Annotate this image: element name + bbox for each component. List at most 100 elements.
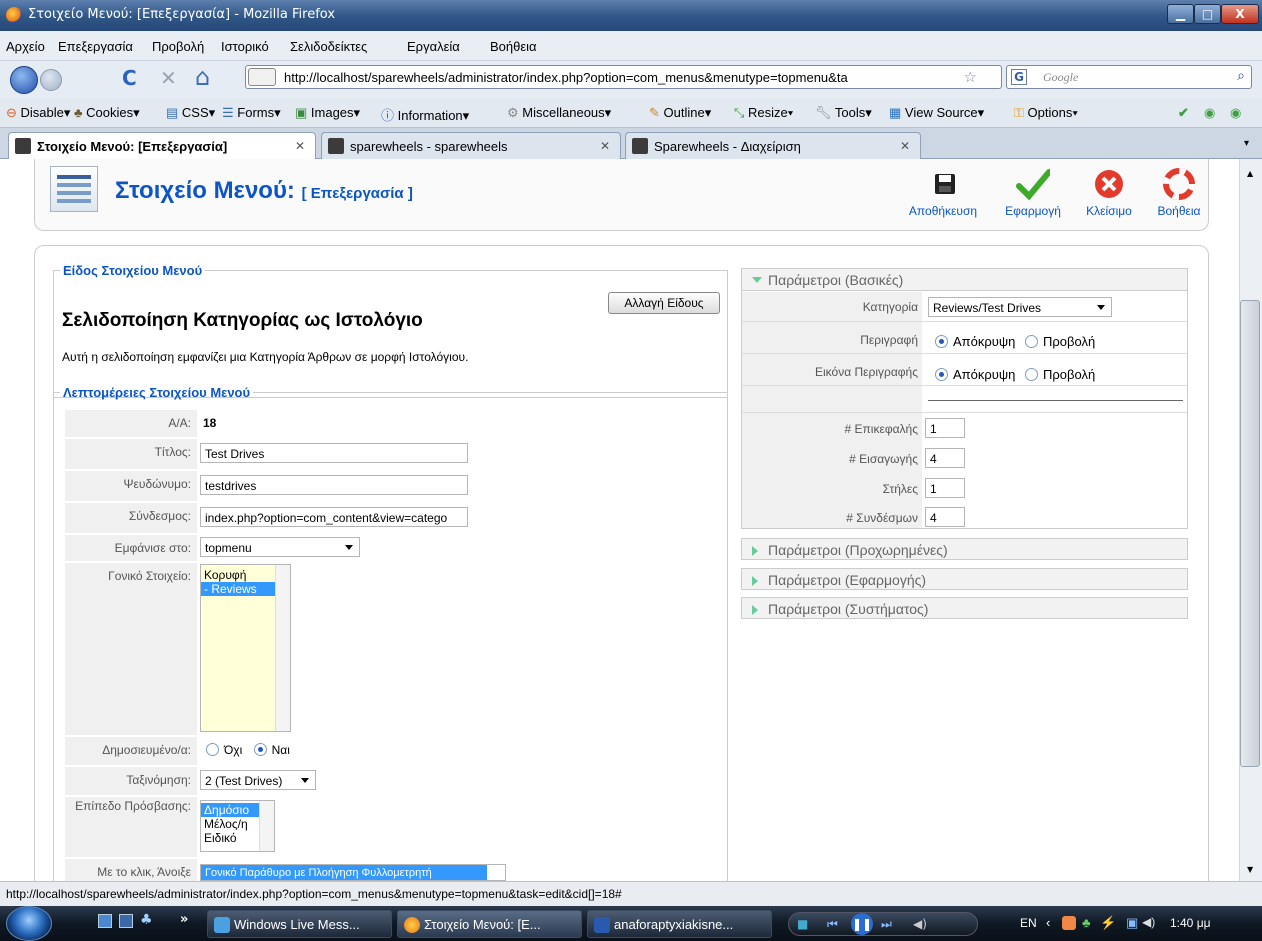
media-next-icon[interactable]: ⏭ [881,917,892,932]
menu-file[interactable]: Αρχείο [6,39,45,54]
link-input[interactable]: index.php?option=com_content&view=catego [200,507,468,527]
switch-windows-icon[interactable] [119,914,133,928]
description-image-show-radio[interactable] [1025,368,1038,381]
minimize-button[interactable]: ▁ [1167,4,1194,24]
url-bar[interactable]: http://localhost/sparewheels/administrat… [245,65,1002,89]
description-image-hide-radio[interactable] [935,368,948,381]
search-engine-icon[interactable]: G [1011,69,1027,85]
menu-edit[interactable]: Επεξεργασία [58,39,133,54]
language-indicator[interactable]: EN [1020,916,1037,930]
menu-history[interactable]: Ιστορικό [221,39,269,54]
css-valid-icon[interactable]: ◉ [1204,105,1215,121]
title-input[interactable]: Test Drives [200,443,468,463]
change-type-button[interactable]: Αλλαγή Είδους [608,292,720,314]
forward-arrow-icon[interactable] [40,69,62,91]
devbar-css[interactable]: ▤ CSS▾ [166,105,215,121]
listbox-scrollbar[interactable] [259,801,274,851]
search-bar[interactable]: G Google ⌕ [1006,65,1252,89]
close-tab-icon[interactable]: ✕ [900,139,910,153]
tray-connection-icon[interactable]: ⚡ [1100,915,1116,931]
menu-view[interactable]: Προβολή [152,39,204,54]
reload-icon[interactable]: C [122,66,137,90]
clock[interactable]: 1:40 μμ [1170,916,1211,930]
tray-expand-chevron-icon[interactable]: ‹ [1046,915,1050,930]
html-valid-icon[interactable]: ◉ [1230,105,1241,121]
devbar-images[interactable]: ▣ Images▾ [295,105,360,121]
site-identity-icon[interactable] [248,68,276,86]
tab-sparewheels-site[interactable]: sparewheels - sparewheels ✕ [321,132,621,159]
parent-item-listbox[interactable]: Κορυφή - Reviews [200,564,291,732]
search-icon[interactable]: ⌕ [1237,68,1245,84]
taskbar-item-firefox[interactable]: Στοιχείο Μενού: [E... [397,910,582,938]
devbar-information[interactable]: ⓘ Information▾ [381,105,469,124]
apply-button[interactable]: Εφαρμογή [998,168,1068,218]
tab-list-chevron-icon[interactable]: ▾ [1244,138,1249,149]
close-window-button[interactable]: X [1221,4,1259,24]
alias-input[interactable]: testdrives [200,475,468,495]
media-player-toolbar[interactable]: ■ ⏮ ❚❚ ⏭ ◀) [788,912,978,936]
taskbar-item-messenger[interactable]: Windows Live Mess... [207,910,392,938]
close-button[interactable]: Κλείσιμο [1075,168,1143,218]
save-button[interactable]: Αποθήκευση [900,168,986,218]
published-no-radio[interactable] [206,743,219,756]
order-select[interactable]: 2 (Test Drives) [200,770,316,790]
menu-help[interactable]: Βοήθεια [490,39,537,54]
scroll-up-icon[interactable]: ▲ [1247,169,1253,178]
intro-input[interactable]: 4 [925,448,965,468]
params-component-header[interactable]: Παράμετροι (Εφαρμογής) [741,568,1188,590]
devbar-miscellaneous[interactable]: ⚙ Miscellaneous▾ [507,105,611,121]
tray-messenger-icon[interactable]: ♣ [1082,915,1091,930]
columns-input[interactable]: 1 [925,478,965,498]
menu-tools[interactable]: Εργαλεία [407,39,460,54]
access-level-listbox[interactable]: Δημόσιο Μέλος/η Ειδικό [200,800,275,852]
taskbar-item-word[interactable]: anaforaptyxiakisne... [587,910,772,938]
onclick-listbox[interactable]: Γονικό Παράθυρο με Πλοήγηση Φυλλομετρητή [200,864,506,881]
description-show-radio[interactable] [1025,335,1038,348]
params-advanced-header[interactable]: Παράμετροι (Προχωρημένες) [741,538,1188,560]
media-pause-icon[interactable]: ❚❚ [851,913,873,935]
params-system-header[interactable]: Παράμετροι (Συστήματος) [741,597,1188,619]
stop-icon[interactable]: ✕ [160,66,177,90]
params-basic-header[interactable]: Παράμετροι (Βασικές) [741,268,1188,291]
media-stop-icon[interactable]: ■ [797,917,808,931]
start-button[interactable] [6,906,52,941]
media-previous-icon[interactable]: ⏮ [827,917,838,932]
volume-icon[interactable]: ◀) [1142,915,1155,929]
tab-sparewheels-admin[interactable]: Sparewheels - Διαχείριση ✕ [625,132,921,159]
quicklaunch-more-chevron[interactable]: » [180,912,188,927]
validation-ok-icon[interactable]: ✔ [1178,105,1189,121]
listbox-scrollbar[interactable] [275,565,290,731]
messenger-quicklaunch-icon[interactable]: ♣ [140,912,153,928]
show-desktop-icon[interactable] [98,914,112,928]
scroll-down-icon[interactable]: ▼ [1247,865,1253,874]
devbar-view-source[interactable]: ▦ View Source▾ [889,105,984,121]
maximize-button[interactable]: □ [1194,4,1221,24]
close-tab-icon[interactable]: ✕ [295,139,305,153]
back-arrow-icon[interactable] [10,66,38,94]
window-title-bar[interactable]: Στοιχείο Μενού: [Επεξεργασία] - Mozilla … [0,0,1262,31]
devbar-options[interactable]: ⚿ Options▾ [1014,105,1078,121]
search-input[interactable]: Google [1043,70,1078,85]
scrollbar-thumb[interactable] [1240,300,1260,767]
menu-bookmarks[interactable]: Σελιδοδείκτες [290,39,367,54]
devbar-cookies[interactable]: ♣ Cookies▾ [74,105,140,121]
published-yes-radio[interactable] [253,743,267,756]
onclick-option-parent[interactable]: Γονικό Παράθυρο με Πλοήγηση Φυλλομετρητή [201,865,487,880]
help-button[interactable]: Βοήθεια [1148,168,1210,218]
close-tab-icon[interactable]: ✕ [600,139,610,153]
tab-menu-item-edit[interactable]: Στοιχείο Μενού: [Επεξεργασία] ✕ [8,132,316,160]
description-hide-radio[interactable] [935,335,948,348]
url-text[interactable]: http://localhost/sparewheels/administrat… [284,70,964,85]
leading-input[interactable]: 1 [925,418,965,438]
devbar-forms[interactable]: ☰ Forms▾ [222,105,281,121]
devbar-disable[interactable]: ⊖ Disable▾ [6,105,70,121]
media-volume-icon[interactable]: ◀) [913,917,927,931]
devbar-outline[interactable]: ✎ Outline▾ [649,105,711,121]
devbar-tools[interactable]: 🔧︎ Tools▾ [815,105,872,121]
tray-app-icon[interactable] [1062,916,1076,930]
menu-select[interactable]: topmenu [200,537,360,557]
category-select[interactable]: Reviews/Test Drives [928,297,1112,317]
links-input[interactable]: 4 [925,507,965,527]
network-icon[interactable]: ▣ [1126,915,1138,931]
home-icon[interactable]: ⌂ [195,63,210,91]
